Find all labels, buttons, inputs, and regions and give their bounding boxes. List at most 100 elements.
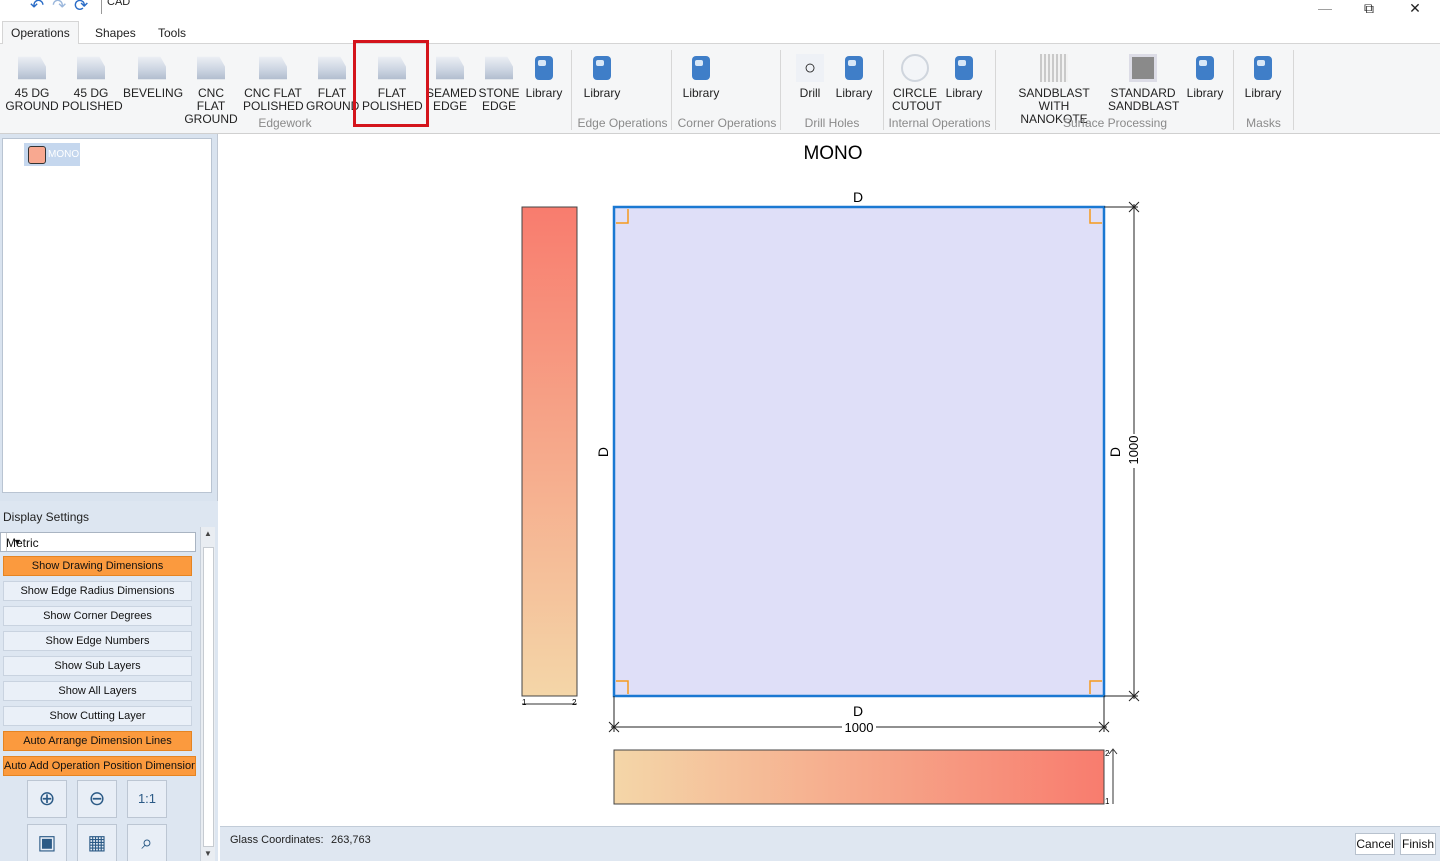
- show-sub-layers-toggle[interactable]: Show Sub Layers: [3, 656, 192, 676]
- button-label: Drill: [799, 86, 821, 100]
- scroll-up-icon[interactable]: ▲: [204, 529, 212, 538]
- drill-hole-icon: ○: [796, 54, 824, 82]
- button-label: EDGE: [432, 99, 467, 113]
- group-label-internal-operations: Internal Operations: [888, 116, 991, 130]
- internal-operations-library-button[interactable]: Library: [942, 48, 986, 118]
- zoom-out-icon[interactable]: ⊖: [77, 780, 117, 818]
- group-label-drill-holes: Drill Holes: [804, 116, 860, 130]
- undo-icon[interactable]: ↶: [30, 0, 44, 16]
- grid-icon[interactable]: ▦: [77, 824, 117, 861]
- group-label-corner-operations: Corner Operations: [677, 116, 777, 130]
- bottom-bar-tick-a: 2: [1105, 749, 1110, 758]
- corner-operations-library-button[interactable]: Library: [679, 48, 723, 118]
- tab-operations[interactable]: Operations: [2, 21, 79, 45]
- stone-edge-button[interactable]: STONE EDGE: [478, 48, 520, 118]
- seamed-edge-button[interactable]: SEAMED EDGE: [426, 48, 477, 118]
- left-edge-profile-bar: [521, 206, 578, 697]
- edgework-library-button[interactable]: Library: [522, 48, 566, 118]
- edge-label-left: D: [595, 447, 611, 457]
- glass-coordinates-label: Glass Coordinates:: [230, 834, 324, 846]
- redo-icon[interactable]: ↷: [52, 0, 66, 16]
- tree-item-label: MONO: [48, 149, 80, 160]
- status-bar: [220, 826, 1440, 861]
- button-label: Library: [583, 86, 621, 100]
- drill-holes-library-button[interactable]: Library: [832, 48, 876, 118]
- cnc-flat-ground-button[interactable]: CNC FLAT GROUND: [183, 48, 239, 126]
- tree-item-mono[interactable]: MONO: [24, 143, 80, 166]
- unit-select[interactable]: Metric ▼: [0, 532, 196, 552]
- button-label: Library: [945, 86, 983, 100]
- left-bar-tick-a: 1: [522, 698, 527, 707]
- library-icon: [588, 54, 616, 82]
- edge-operations-library-button[interactable]: Library: [580, 48, 624, 118]
- edge-profile-icon: [77, 56, 105, 80]
- group-divider: [571, 50, 572, 130]
- show-edge-radius-dimensions-toggle[interactable]: Show Edge Radius Dimensions: [3, 581, 192, 601]
- library-icon: [1191, 54, 1219, 82]
- 45dg-polished-button[interactable]: 45 DG POLISHED: [62, 48, 123, 118]
- flat-ground-button[interactable]: FLAT GROUND: [306, 48, 360, 118]
- show-edge-numbers-toggle[interactable]: Show Edge Numbers: [3, 631, 192, 651]
- cnc-flat-polished-button[interactable]: CNC FLAT POLISHED: [243, 48, 304, 118]
- show-corner-degrees-toggle[interactable]: Show Corner Degrees: [3, 606, 192, 626]
- refresh-icon[interactable]: ⟳: [74, 0, 88, 16]
- surface-processing-library-button[interactable]: Library: [1183, 48, 1227, 118]
- zoom-to-fit-icon[interactable]: ⌕: [127, 824, 167, 861]
- scroll-down-icon[interactable]: ▼: [204, 849, 212, 858]
- group-divider: [883, 50, 884, 130]
- button-label: GROUND: [306, 99, 360, 113]
- restore-button[interactable]: ⧉: [1346, 0, 1392, 17]
- button-label: EDGE: [481, 99, 516, 113]
- sandblast-nanokote-button[interactable]: SANDBLAST WITH NANOKOTE: [1003, 48, 1105, 126]
- zoom-actual-size-icon[interactable]: 1:1: [127, 780, 167, 818]
- close-button[interactable]: ✕: [1392, 0, 1438, 17]
- circle-cutout-button[interactable]: CIRCLE CUTOUT: [892, 48, 942, 118]
- group-divider: [1233, 50, 1234, 130]
- drill-button[interactable]: ○ Drill: [791, 48, 829, 118]
- bottom-edge-profile-bar: [613, 749, 1105, 805]
- 45dg-ground-button[interactable]: 45 DG GROUND: [4, 48, 60, 118]
- edge-profile-icon: [485, 56, 513, 80]
- button-label: SANDBLAST: [1108, 99, 1180, 113]
- settings-scrollbar[interactable]: ▲ ▼: [200, 527, 215, 861]
- button-label: CUTOUT: [892, 99, 942, 113]
- show-drawing-dimensions-toggle[interactable]: Show Drawing Dimensions: [3, 556, 192, 576]
- button-label: Library: [525, 86, 563, 100]
- auto-arrange-dimension-lines-toggle[interactable]: Auto Arrange Dimension Lines: [3, 731, 192, 751]
- tab-tools[interactable]: Tools: [150, 22, 194, 44]
- group-divider: [995, 50, 996, 130]
- library-icon: [1249, 54, 1277, 82]
- standard-sandblast-button[interactable]: STANDARD SANDBLAST: [1108, 48, 1180, 118]
- scrollbar-thumb[interactable]: [203, 547, 214, 847]
- library-icon: [950, 54, 978, 82]
- beveling-button[interactable]: BEVELING: [123, 48, 183, 118]
- highlight-box: [353, 40, 429, 127]
- button-label: POLISHED: [62, 99, 123, 113]
- drawing-canvas[interactable]: MONO 1 2 D D D D 1000 1000 2 1: [220, 134, 1440, 826]
- show-cutting-layer-toggle[interactable]: Show Cutting Layer: [3, 706, 192, 726]
- width-dimension: 1000: [845, 720, 874, 735]
- cancel-button[interactable]: Cancel: [1355, 833, 1395, 855]
- minimize-button[interactable]: —: [1302, 0, 1348, 17]
- library-icon: [530, 54, 558, 82]
- zoom-in-icon[interactable]: ⊕: [27, 780, 67, 818]
- image-view-icon[interactable]: ▣: [27, 824, 67, 861]
- library-icon: [840, 54, 868, 82]
- show-all-layers-toggle[interactable]: Show All Layers: [3, 681, 192, 701]
- group-label-edgework: Edgework: [258, 116, 312, 130]
- button-label: CNC FLAT: [196, 86, 226, 113]
- button-label: Library: [1186, 86, 1224, 100]
- ribbon: 45 DG GROUND 45 DG POLISHED BEVELING CNC…: [0, 44, 1440, 134]
- edge-profile-icon: [436, 56, 464, 80]
- finish-button[interactable]: Finish: [1400, 833, 1436, 855]
- masks-library-button[interactable]: Library: [1241, 48, 1285, 118]
- height-dimension: 1000: [1126, 436, 1141, 465]
- sandblast-pattern-icon: [1040, 54, 1068, 82]
- layer-tree[interactable]: [2, 138, 212, 493]
- auto-add-operation-position-dimension-toggle[interactable]: Auto Add Operation Position Dimension: [3, 756, 196, 776]
- chevron-down-icon[interactable]: ▼: [6, 533, 28, 551]
- drawing-title: MONO: [803, 143, 862, 164]
- glass-panel[interactable]: [612, 205, 1106, 698]
- tab-shapes[interactable]: Shapes: [87, 22, 144, 44]
- button-label: Library: [682, 86, 720, 100]
